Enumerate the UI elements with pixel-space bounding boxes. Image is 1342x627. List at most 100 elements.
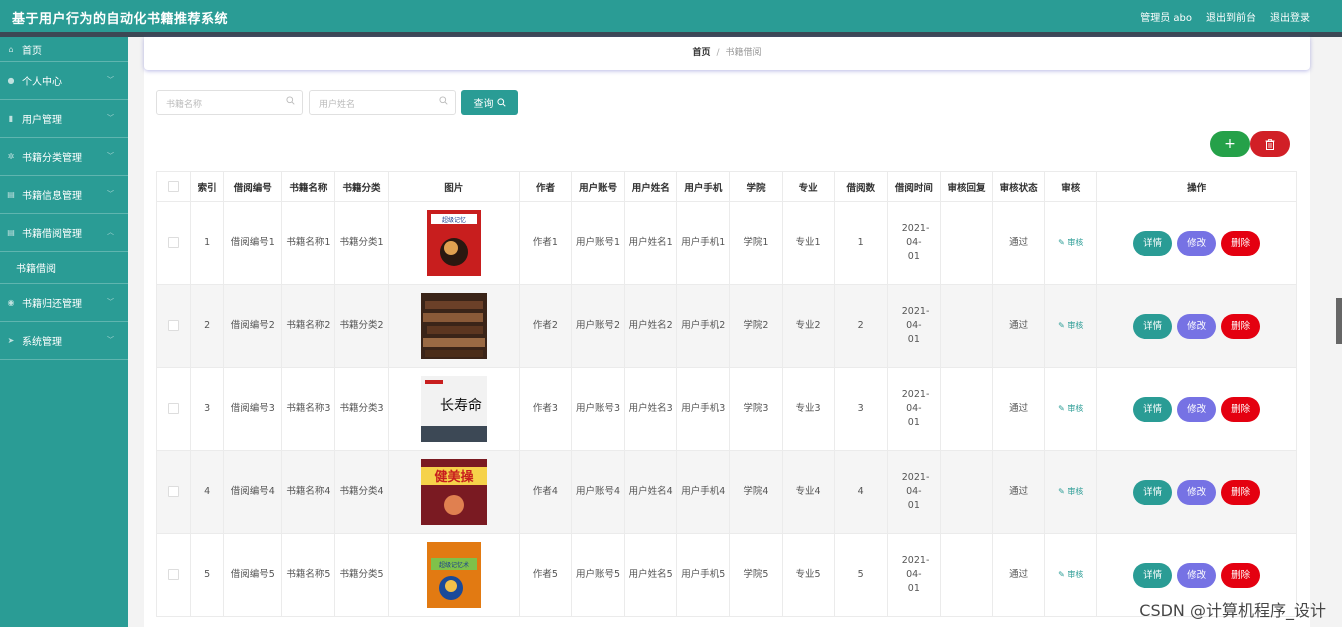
cell-book-name: 书籍名称4 [281,450,336,534]
sidebar-item-bookinfo[interactable]: ▤ 书籍信息管理 ﹀ [0,176,128,214]
home-icon: ⌂ [8,44,14,54]
cell-status: 通过 [992,450,1046,534]
row-checkbox[interactable] [168,320,180,331]
cell-actions: 详情 修改 删除 [1096,450,1297,534]
cell-status: 通过 [992,533,1046,617]
row-checkbox[interactable] [168,569,180,580]
row-select-cell[interactable] [155,367,192,451]
cell-borrow-no: 借阅编号4 [223,450,283,534]
sidebar-item-category[interactable]: ✲ 书籍分类管理 ﹀ [0,138,128,176]
add-button[interactable]: + [1210,131,1250,157]
cell-phone: 用户手机3 [676,367,731,451]
chevron-down-icon: ﹀ [107,190,114,198]
gear-icon: ✲ [7,152,15,161]
audit-link[interactable]: ✎ 审核 [1058,238,1083,247]
cell-time: 2021-04-01 [886,533,941,617]
select-all-checkbox[interactable] [168,181,180,192]
scrollbar[interactable] [1336,298,1342,344]
sidebar-item-return[interactable]: ◉ 书籍归还管理 ﹀ [0,284,128,322]
edit-button[interactable]: 修改 [1177,230,1217,256]
row-select-cell[interactable] [155,533,192,617]
sidebar-item-system[interactable]: ➤ 系统管理 ﹀ [0,322,128,360]
cover-title: 超级记忆术 [439,561,469,569]
audit-link[interactable]: ✎ 审核 [1058,321,1083,330]
audit-label: 审核 [1067,238,1084,247]
book-name-input[interactable]: 书籍名称 [156,90,303,115]
audit-link[interactable]: ✎ 审核 [1058,487,1083,496]
column-header: 审核状态 [992,171,1046,202]
cell-count: 3 [833,367,888,451]
row-select-cell[interactable] [155,284,192,368]
cell-book-category: 书籍分类5 [334,533,389,617]
user-name-input[interactable]: 用户姓名 [309,90,456,115]
edit-button[interactable]: 修改 [1177,396,1217,422]
row-checkbox[interactable] [168,403,180,414]
cell-borrow-no: 借阅编号1 [223,201,283,285]
sidebar-item-profile[interactable]: ● 个人中心 ﹀ [0,62,128,100]
cell-time: 2021-04-01 [886,367,941,451]
audit-link[interactable]: ✎ 审核 [1058,404,1083,413]
table-row: 1 借阅编号1 书籍名称1 书籍分类1 超级记忆 作者1 用户账号1 用户姓名1 用户手机1 学院… [155,201,1297,285]
cell-account: 用户账号4 [571,450,626,534]
column-header: 书籍名称 [281,171,336,202]
logout-link[interactable]: 退出登录 [1270,9,1310,24]
cell-author: 作者1 [518,201,573,285]
borrow-table: 索引 借阅编号 书籍名称 书籍分类 图片 作者 用户账号 用户姓名 用户手机 学… [155,171,1297,617]
sidebar-item-borrow[interactable]: ▤ 书籍借阅管理 ︿ [0,214,128,252]
cell-book-name: 书籍名称5 [281,533,336,617]
row-checkbox[interactable] [168,237,180,248]
audit-link[interactable]: ✎ 审核 [1058,570,1083,579]
cell-image [387,284,520,368]
column-header: 用户账号 [571,171,626,202]
cell-time: 2021-04-01 [886,284,941,368]
detail-button[interactable]: 详情 [1133,479,1173,505]
audit-label: 审核 [1067,321,1084,330]
select-all-cell[interactable] [155,171,192,202]
sidebar-subitem-borrow[interactable]: 书籍借阅 [0,252,128,284]
sidebar-item-home[interactable]: ⌂ 首页 [0,37,128,62]
delete-button[interactable]: 删除 [1221,230,1261,256]
book-cover-image: 超级记忆 [426,210,481,276]
book-icon: ▤ [7,190,15,199]
detail-button[interactable]: 详情 [1133,396,1173,422]
column-header: 审核回复 [939,171,994,202]
query-button[interactable]: 查询 [461,90,518,115]
breadcrumb-home[interactable]: 首页 [692,48,710,58]
breadcrumb-separator: / [716,48,720,58]
flag-icon: ▮ [8,114,14,123]
column-header: 审核 [1044,171,1098,202]
chevron-down-icon: ﹀ [107,152,114,160]
cell-count: 4 [833,450,888,534]
chevron-up-icon: ︿ [107,228,114,236]
detail-button[interactable]: 详情 [1133,230,1173,256]
batch-delete-button[interactable] [1250,131,1290,157]
detail-button[interactable]: 详情 [1133,562,1173,588]
delete-button[interactable]: 删除 [1221,396,1261,422]
cell-borrow-no: 借阅编号5 [223,533,283,617]
row-select-cell[interactable] [155,450,192,534]
delete-button[interactable]: 删除 [1221,313,1261,339]
cell-count: 2 [833,284,888,368]
sidebar-item-users[interactable]: ▮ 用户管理 ﹀ [0,100,128,138]
cell-status: 通过 [992,367,1046,451]
column-header: 借阅时间 [886,171,941,202]
front-link[interactable]: 退出到前台 [1206,9,1256,24]
top-bar: 基于用户行为的自动化书籍推荐系统 管理员 abo 退出到前台 退出登录 [0,0,1342,32]
sidebar-item-label: 书籍借阅管理 [22,229,82,240]
cell-audit: ✎ 审核 [1044,450,1098,534]
sidebar-subitem-label: 书籍借阅 [16,264,56,275]
book-cover-image: 超级记忆术 [426,542,481,608]
cell-user-name: 用户姓名5 [624,533,678,617]
delete-button[interactable]: 删除 [1221,562,1261,588]
delete-button[interactable]: 删除 [1221,479,1261,505]
edit-button[interactable]: 修改 [1177,479,1217,505]
cell-user-name: 用户姓名3 [624,367,678,451]
edit-button[interactable]: 修改 [1177,562,1217,588]
cell-account: 用户账号5 [571,533,626,617]
chevron-down-icon: ﹀ [107,336,114,344]
row-checkbox[interactable] [168,486,180,497]
row-select-cell[interactable] [155,201,192,285]
book-cover-image [420,293,487,359]
detail-button[interactable]: 详情 [1133,313,1173,339]
edit-button[interactable]: 修改 [1177,313,1217,339]
